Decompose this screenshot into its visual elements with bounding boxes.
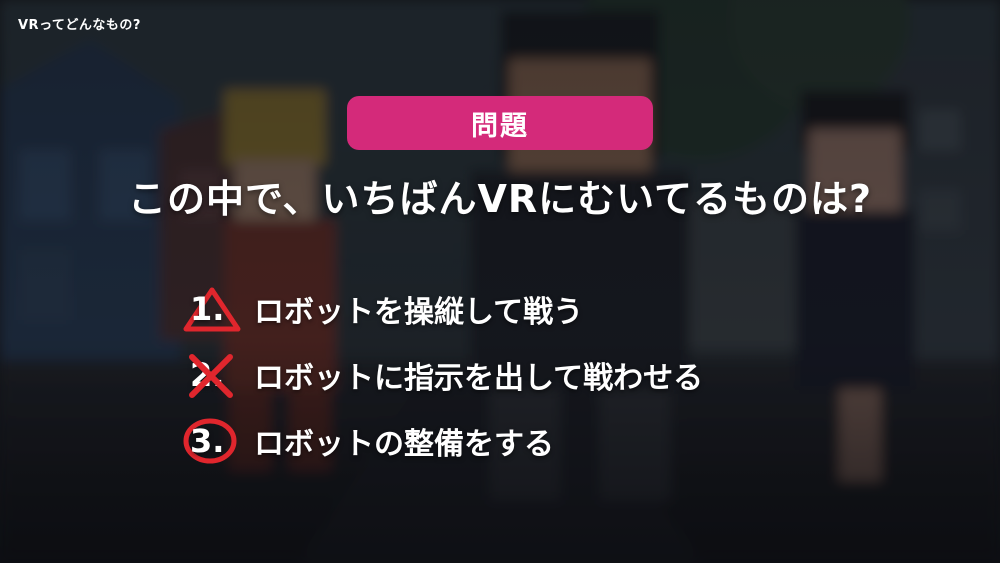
question-title: この中で、いちばんVRにむいてるものは? xyxy=(127,177,873,221)
section-label: VRってどんなもの? xyxy=(18,18,141,33)
quiz-badge: 問題 xyxy=(347,96,653,150)
option-number: 3. xyxy=(190,422,225,460)
option-text: ロボットの整備をする xyxy=(254,427,554,462)
answer-options: 1. ロボットを操縦して戦う 2. ロボットに指示を出して戦わせる 3. ロボッ xyxy=(182,285,703,483)
option-text: ロボットを操縦して戦う xyxy=(254,295,584,330)
option-number: 1. xyxy=(190,290,225,328)
answer-option-2[interactable]: 2. ロボットに指示を出して戦わせる xyxy=(182,351,703,399)
badge-label: 問題 xyxy=(471,110,529,142)
option-text: ロボットに指示を出して戦わせる xyxy=(254,361,704,396)
answer-option-3[interactable]: 3. ロボットの整備をする xyxy=(182,417,703,465)
answer-option-1[interactable]: 1. ロボットを操縦して戦う xyxy=(182,285,703,333)
cross-icon xyxy=(189,354,233,398)
slide: VRってどんなもの? 問題 この中で、いちばんVRにむいてるものは? 1. ロボ… xyxy=(0,0,1000,563)
